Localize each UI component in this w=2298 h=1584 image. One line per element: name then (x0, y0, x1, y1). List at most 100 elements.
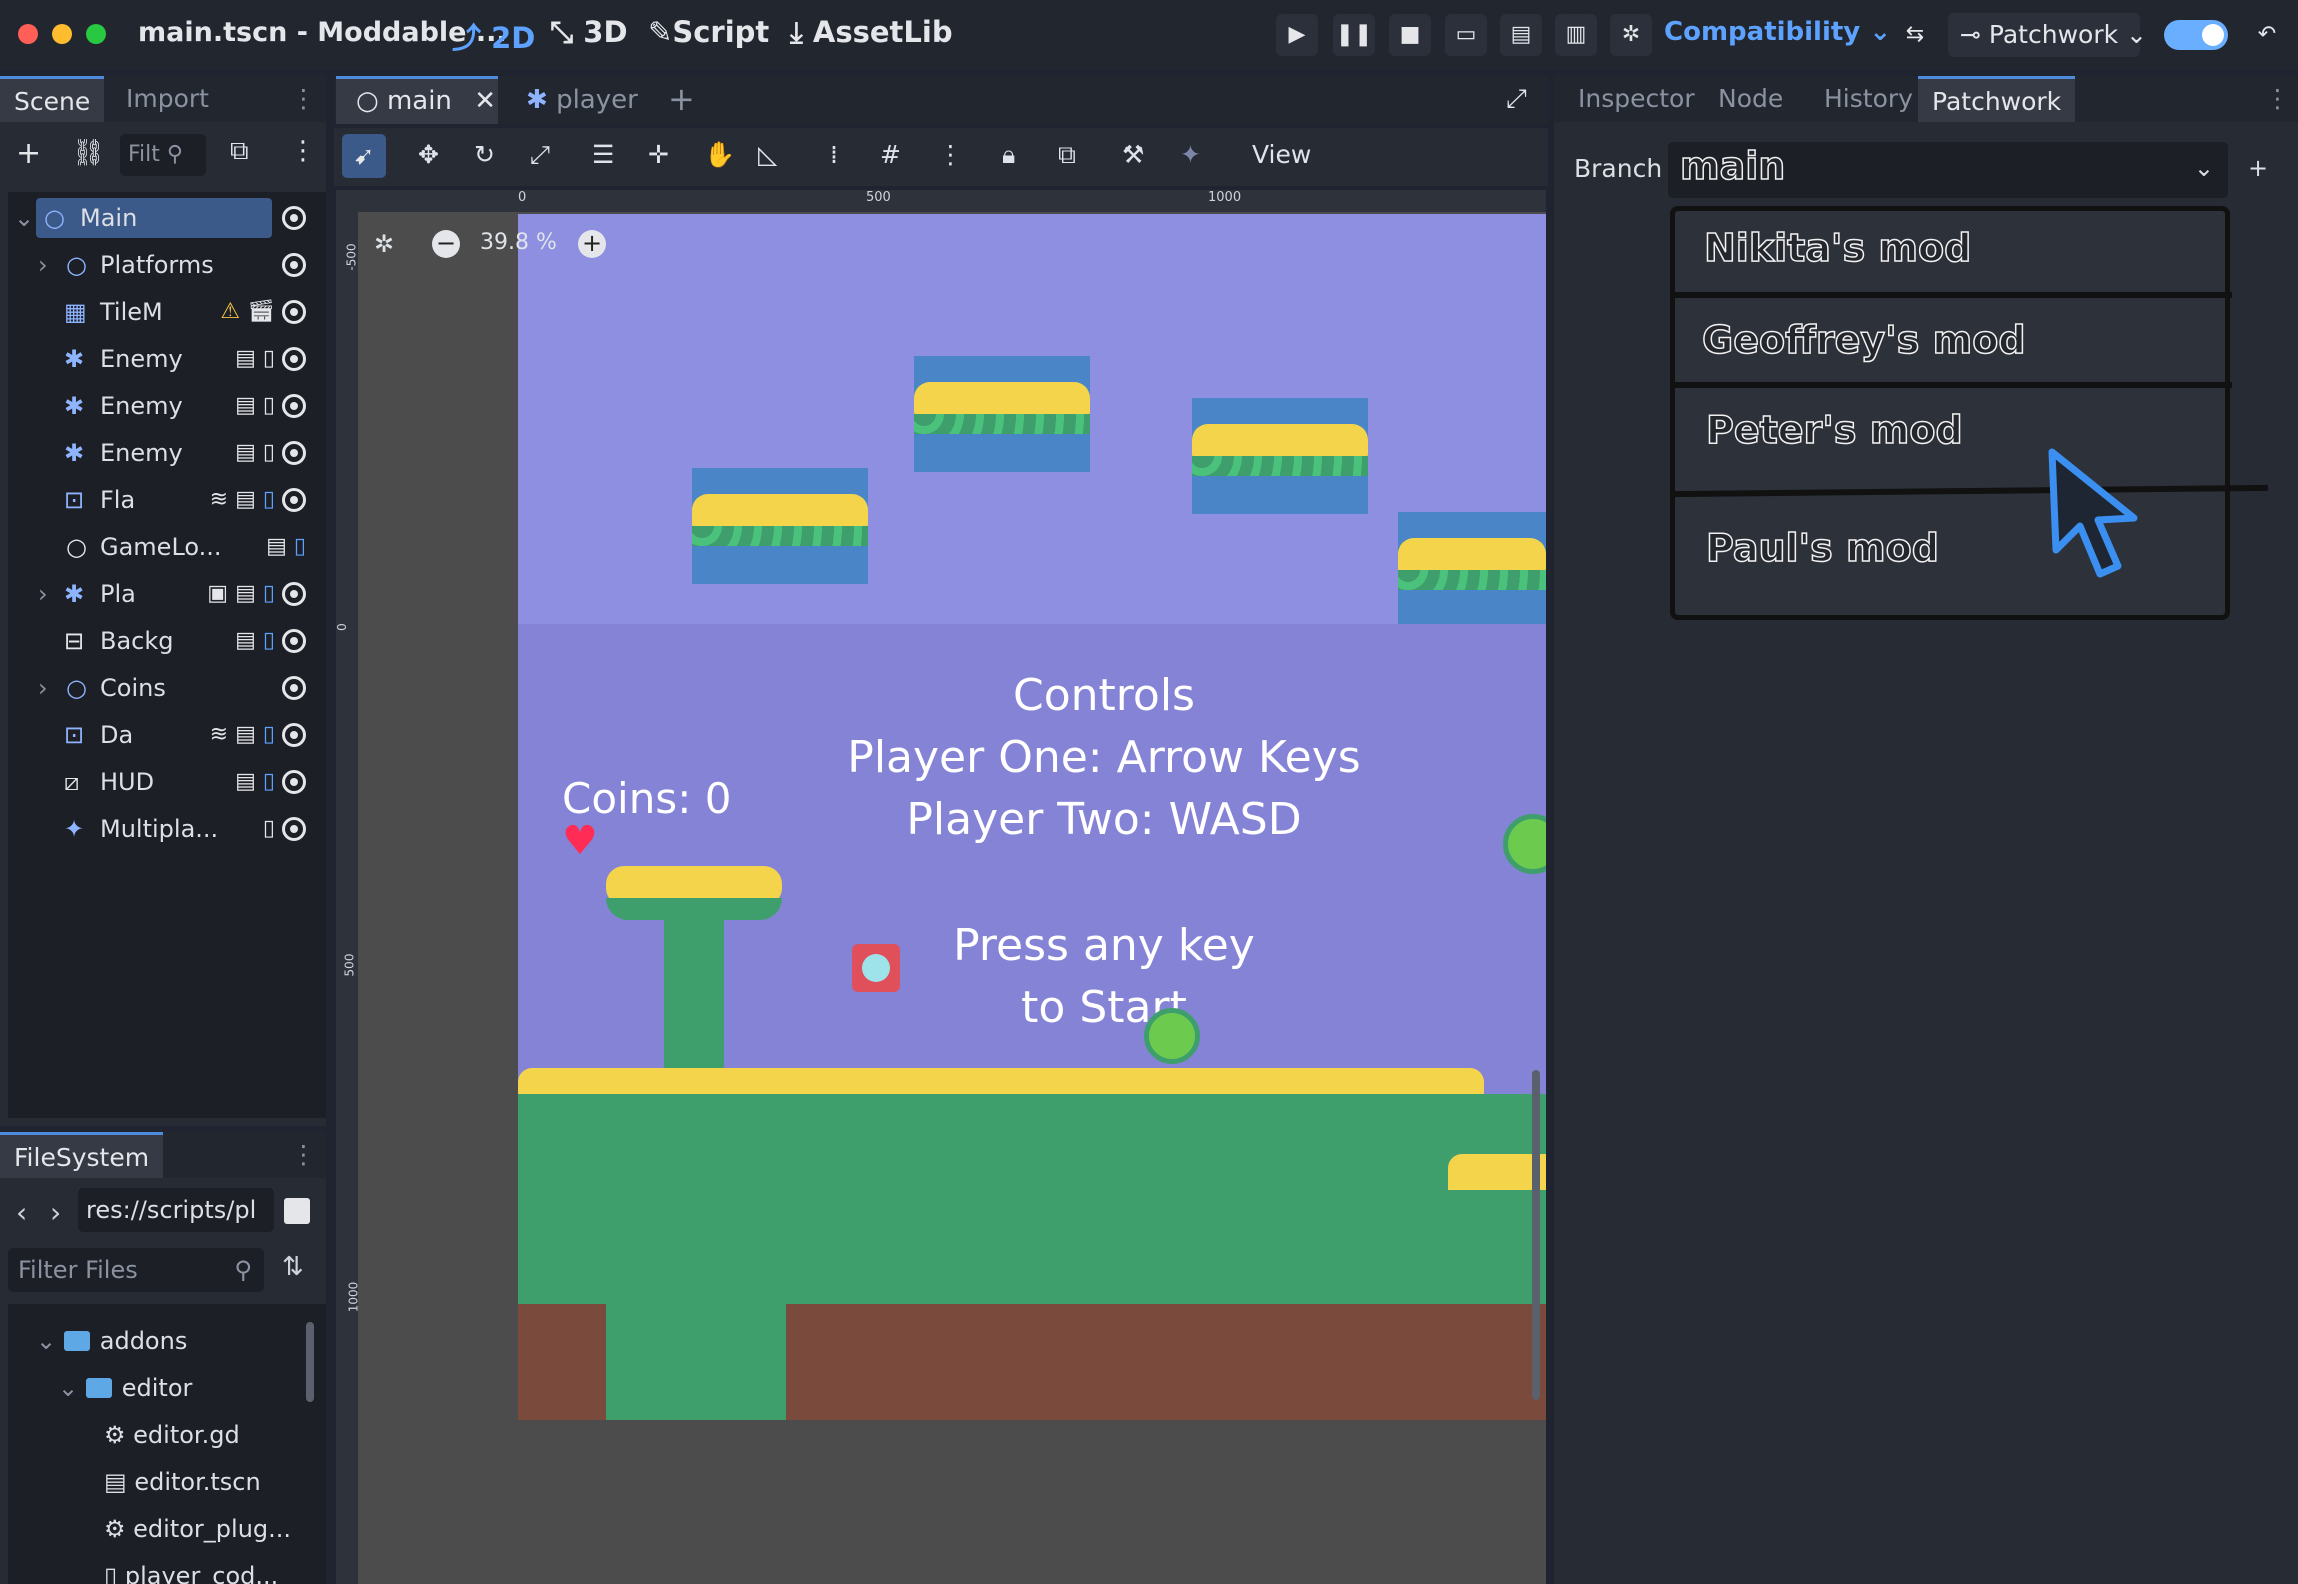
visibility-eye-icon[interactable] (282, 817, 306, 841)
mode-3d-button[interactable]: ⤡ 3D (550, 15, 628, 50)
tab-scene[interactable]: Scene (0, 76, 105, 122)
split-view-icon[interactable] (284, 1198, 310, 1224)
scene-instance-icon[interactable]: ▤ (235, 628, 256, 653)
mode-assetlib-button[interactable]: ⤓ AssetLib (790, 15, 953, 50)
dock-menu-icon[interactable]: ⋮ (291, 76, 316, 122)
chevron-right-icon[interactable]: › (38, 243, 48, 287)
rotate-tool-icon[interactable]: ↻ (474, 140, 495, 169)
pivot-tool-icon[interactable]: ✛ (648, 140, 669, 169)
visibility-eye-icon[interactable] (282, 488, 306, 512)
visibility-eye-icon[interactable] (282, 253, 306, 277)
script-icon[interactable]: ▯ (263, 816, 275, 841)
tree-row-enemy-1[interactable]: ✱ Enemy ▤ ▯ (0, 337, 320, 381)
chevron-down-icon[interactable]: ⌄ (36, 1327, 56, 1355)
tab-patchwork[interactable]: Patchwork (1918, 76, 2076, 122)
visibility-eye-icon[interactable] (282, 206, 306, 230)
warning-icon[interactable]: ⚠ (220, 299, 240, 324)
group-icon[interactable]: ⧉ (1058, 140, 1076, 170)
file-row-editor-tscn[interactable]: ▤ editor.tscn (104, 1459, 261, 1506)
tree-row-enemy-3[interactable]: ✱ Enemy ▤ ▯ (0, 431, 320, 475)
visibility-eye-icon[interactable] (282, 394, 306, 418)
script-icon[interactable]: ▯ (263, 487, 275, 512)
zoom-level[interactable]: 39.8 % (480, 230, 557, 255)
dock-menu-icon[interactable]: ⋮ (2265, 76, 2290, 122)
signal-icon[interactable]: ≋ (210, 722, 228, 747)
tree-row-flag[interactable]: ⊡ Fla ≋ ▤ ▯ (0, 478, 320, 522)
sort-icon[interactable]: ⇅ (282, 1252, 304, 1282)
tree-row-coins[interactable]: › ○ Coins (0, 666, 320, 710)
visibility-eye-icon[interactable] (282, 441, 306, 465)
file-row-addons[interactable]: ⌄ addons (36, 1318, 187, 1365)
add-tab-icon[interactable]: + (668, 80, 695, 118)
tree-row-platforms[interactable]: › ○ Platforms (0, 243, 320, 287)
dock-menu-icon[interactable]: ⋮ (291, 1132, 316, 1178)
script-icon[interactable]: ▯ (263, 393, 275, 418)
file-row-player-code[interactable]: ▯ player_cod... (104, 1553, 278, 1584)
visibility-eye-icon[interactable] (282, 723, 306, 747)
back-icon[interactable]: ‹ (16, 1196, 27, 1229)
bone-icon[interactable]: ⚒ (1122, 140, 1144, 169)
tab-import[interactable]: Import (112, 76, 223, 122)
scene-instance-icon[interactable]: ▤ (235, 346, 256, 371)
scene-instance-icon[interactable]: ▤ (266, 534, 287, 559)
stop-icon[interactable]: ■ (1389, 14, 1431, 56)
filter-files-input[interactable]: Filter Files ⚲ (8, 1248, 264, 1292)
zoom-in-icon[interactable]: + (578, 230, 606, 258)
scene-instance-icon[interactable]: ▤ (235, 487, 256, 512)
grid-snap-icon[interactable]: # (880, 140, 901, 169)
visibility-eye-icon[interactable] (282, 582, 306, 606)
ruler-tool-icon[interactable]: ◺ (758, 140, 777, 169)
smart-snap-icon[interactable]: ⁞ (830, 140, 838, 169)
vcs-select[interactable]: ⊸ Patchwork ⌄ (1948, 13, 2147, 57)
scene-instance-icon[interactable]: 🎬︎ (247, 299, 275, 324)
tree-row-player[interactable]: › ✱ Pla ▣ ▤ ▯ (0, 572, 320, 616)
visibility-eye-icon[interactable] (282, 300, 306, 324)
fullscreen-icon[interactable]: ⤢ (1506, 84, 1527, 115)
tree-row-death-zone[interactable]: ⊡ Da ≋ ▤ ▯ (0, 713, 320, 757)
viewport-scrollbar[interactable] (1532, 1070, 1540, 1400)
branch-option-paul[interactable]: Paul's mod (1705, 525, 1939, 571)
mode-script-button[interactable]: ✎Script (648, 15, 769, 49)
close-window-button[interactable] (18, 24, 38, 44)
canvas-viewport[interactable]: Coins: 0 ♥ Controls Player One: Arrow Ke… (336, 190, 1546, 1584)
visibility-eye-icon[interactable] (282, 347, 306, 371)
list-tool-icon[interactable]: ☰ (592, 140, 614, 169)
movie-maker-icon[interactable]: ✲ (1610, 14, 1652, 56)
branch-option-peter[interactable]: Peter's mod (1705, 407, 1963, 453)
vcs-toggle[interactable] (2164, 20, 2228, 50)
script-icon[interactable]: ▯ (263, 440, 275, 465)
visibility-eye-icon[interactable] (282, 629, 306, 653)
tree-row-multiplayer[interactable]: ✦ Multipla... ▯ (0, 807, 320, 851)
play-scene-icon[interactable]: ▤ (1500, 14, 1542, 56)
pan-tool-icon[interactable]: ✋ (704, 140, 735, 170)
tree-row-gamelogic[interactable]: ○ GameLo... ▤ ▯ (0, 525, 320, 569)
scene-filter-input[interactable]: Filt ⚲ (120, 134, 206, 176)
tab-main[interactable]: ○ main ✕ (336, 76, 498, 124)
zoom-out-icon[interactable]: − (432, 230, 460, 258)
add-branch-icon[interactable]: + (2248, 154, 2268, 182)
chevron-right-icon[interactable]: › (38, 572, 48, 616)
scene-instance-icon[interactable]: ▤ (235, 581, 256, 606)
chevron-down-icon[interactable]: ⌄ (58, 1374, 78, 1402)
signal-icon[interactable]: ≋ (210, 487, 228, 512)
branch-select[interactable]: main ⌄ (1668, 142, 2228, 198)
instance-scene-icon[interactable]: ⧉ (230, 136, 249, 167)
file-row-editor-plugin[interactable]: ⚙ editor_plug... (104, 1506, 291, 1553)
script-icon[interactable]: ▯ (294, 534, 306, 559)
branch-option-geoffrey[interactable]: Geoffrey's mod (1701, 317, 2026, 363)
close-icon[interactable]: ✕ (474, 86, 496, 116)
script-icon[interactable]: ▯ (263, 628, 275, 653)
chevron-right-icon[interactable]: › (38, 666, 48, 710)
scale-tool-icon[interactable]: ⤢ (530, 140, 550, 170)
tree-row-tilemap[interactable]: ▦ TileM ⚠ 🎬︎ (0, 290, 320, 334)
play-icon[interactable]: ▶ (1276, 14, 1318, 56)
chevron-down-icon[interactable]: ⌄ (14, 196, 34, 240)
lock-icon[interactable]: 🔒︎ (1002, 140, 1015, 170)
tree-row-enemy-2[interactable]: ✱ Enemy ▤ ▯ (0, 384, 320, 428)
script-icon[interactable]: ▯ (263, 346, 275, 371)
scene-instance-icon[interactable]: ▤ (235, 440, 256, 465)
zoom-window-button[interactable] (86, 24, 106, 44)
link-icon[interactable]: ⛓ (72, 138, 105, 168)
view-menu-button[interactable]: View (1252, 140, 1311, 169)
script-icon[interactable]: ▯ (263, 581, 275, 606)
